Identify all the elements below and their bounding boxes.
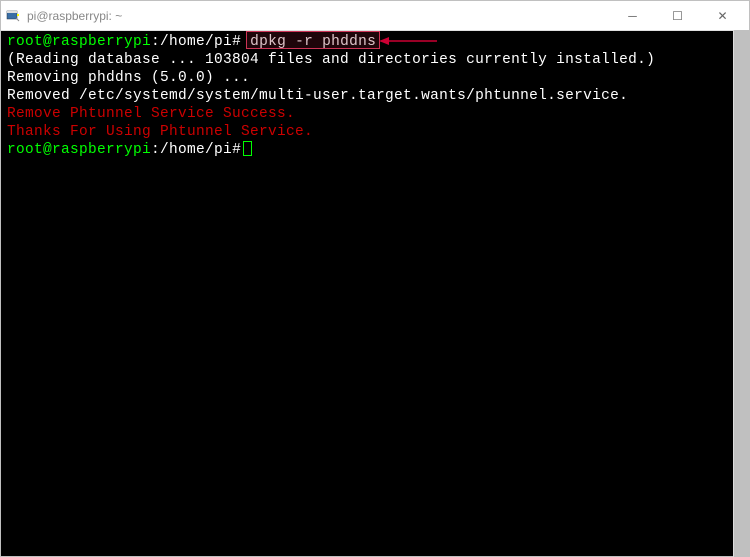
titlebar[interactable]: pi@raspberrypi: ~ ─ ☐ ✕ bbox=[1, 1, 749, 31]
maximize-button[interactable]: ☐ bbox=[655, 2, 700, 30]
user-host: root@raspberrypi bbox=[7, 142, 151, 158]
scrollbar[interactable] bbox=[733, 30, 750, 557]
path: /home/pi bbox=[160, 142, 232, 158]
output-success: Remove Phtunnel Service Success. bbox=[7, 105, 743, 123]
window-title: pi@raspberrypi: ~ bbox=[27, 9, 610, 23]
prompt-line-2: root@raspberrypi:/home/pi# bbox=[7, 141, 743, 159]
output-removed: Removed /etc/systemd/system/multi-user.t… bbox=[7, 87, 743, 105]
path: /home/pi bbox=[160, 34, 232, 50]
minimize-button[interactable]: ─ bbox=[610, 2, 655, 30]
window-controls: ─ ☐ ✕ bbox=[610, 2, 745, 30]
putty-icon bbox=[5, 8, 21, 24]
output-removing: Removing phddns (5.0.0) ... bbox=[7, 69, 743, 87]
output-db: (Reading database ... 103804 files and d… bbox=[7, 51, 743, 69]
close-button[interactable]: ✕ bbox=[700, 2, 745, 30]
scroll-thumb[interactable] bbox=[734, 30, 750, 557]
prompt-line-1: root@raspberrypi:/home/pi# dpkg -r phddn… bbox=[7, 33, 743, 51]
user-host: root@raspberrypi bbox=[7, 34, 151, 50]
output-thanks: Thanks For Using Phtunnel Service. bbox=[7, 123, 743, 141]
terminal-cursor bbox=[243, 141, 252, 156]
command-text: dpkg -r phddns bbox=[250, 34, 376, 50]
terminal-area[interactable]: root@raspberrypi:/home/pi# dpkg -r phddn… bbox=[1, 31, 749, 556]
app-window: pi@raspberrypi: ~ ─ ☐ ✕ root@raspberrypi… bbox=[0, 0, 750, 557]
